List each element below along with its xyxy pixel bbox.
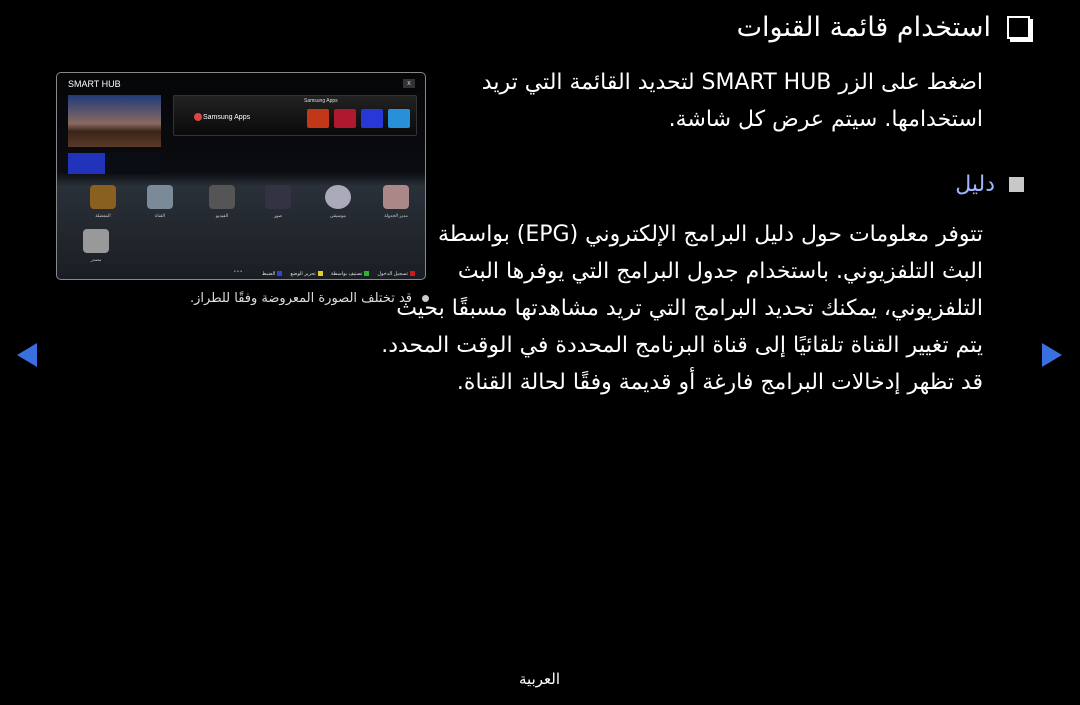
button-c: تحرير الوضع (290, 271, 323, 277)
samsung-apps-panel: Samsung Apps Samsung Apps (173, 95, 417, 136)
guide-paragraph: تتوفر معلومات حول دليل البرامج الإلكترون… (381, 216, 983, 401)
preview-thumbnail (68, 153, 161, 174)
channel-icon: القناة (133, 185, 187, 219)
paragraph-line: يتم تغيير القناة تلقائيًا إلى قناة البرن… (381, 333, 983, 358)
checkbox-bullet-icon (1007, 16, 1030, 39)
next-page-arrow-icon[interactable] (1042, 343, 1062, 367)
section-heading: دليل (955, 172, 1024, 197)
previous-page-arrow-icon[interactable] (17, 343, 37, 367)
page-title: استخدام قائمة القنوات (737, 12, 1030, 43)
music-icon: موسيقى (311, 185, 365, 219)
note-text: قد تختلف الصورة المعروضة وفقًا للطراز. (190, 291, 413, 306)
paragraph-line: تتوفر معلومات حول دليل البرامج الإلكترون… (437, 222, 983, 247)
close-icon: x (403, 79, 415, 88)
videos-icon: الفيديو (195, 185, 249, 219)
intro-line: استخدامها. سيتم عرض كل شاشة. (668, 107, 983, 132)
color-button-bar: تسجيل الدخول تصنيف بواسطة تحرير الوضع ال… (57, 271, 425, 277)
paragraph-line: قد تظهر إدخالات البرامج فارغة أو قديمة و… (456, 370, 983, 395)
bullet-icon (422, 295, 430, 302)
apps-title: Samsung Apps (304, 98, 338, 104)
photos-icon: صور (251, 185, 305, 219)
footer-language: العربية (519, 670, 560, 688)
smart-hub-logo: SMART HUB (68, 79, 121, 89)
smart-hub-screenshot: SMART HUB x Samsung Apps Samsung Apps ال… (56, 72, 426, 280)
button-b: تصنيف بواسطة (331, 271, 370, 277)
paragraph-line: التلفزيوني، يمكنك تحديد البرامج التي تري… (396, 296, 983, 321)
preview-image (68, 95, 161, 147)
favorites-icon: المفضلة (76, 185, 130, 219)
schedule-manager-icon: مدير الجدولة (369, 185, 423, 219)
news-app-icon (361, 109, 383, 128)
stocks-app-icon (334, 109, 356, 128)
section-heading-text: دليل (955, 172, 995, 197)
button-a: تسجيل الدخول (377, 271, 415, 277)
apps-label: Samsung Apps (194, 113, 250, 121)
title-text: استخدام قائمة القنوات (736, 12, 991, 43)
note: قد تختلف الصورة المعروضة وفقًا للطراز. (190, 291, 430, 306)
button-d: الضبط (262, 271, 283, 277)
intro-line: اضغط على الزر SMART HUB لتحديد القائمة ا… (481, 70, 983, 95)
paragraph-line: البث التلفزيوني. باستخدام جدول البرامج ا… (457, 259, 983, 284)
weather-app-icon (388, 109, 410, 128)
game-app-icon (307, 109, 329, 128)
source-icon: مصدر (69, 229, 123, 263)
square-bullet-icon (1009, 177, 1024, 192)
intro-text: اضغط على الزر SMART HUB لتحديد القائمة ا… (482, 64, 983, 138)
